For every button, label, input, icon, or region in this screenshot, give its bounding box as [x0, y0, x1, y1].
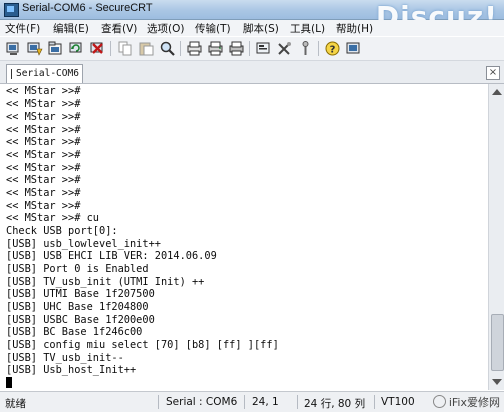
terminal-line: [USB] USBC Base 1f200e00: [6, 314, 155, 326]
toolbar-separator: [249, 41, 250, 56]
menu-help[interactable]: 帮助(H): [336, 21, 373, 36]
scroll-up-arrow-icon[interactable]: [492, 89, 502, 95]
terminal-line: [USB] usb_lowlevel_init++: [6, 238, 161, 250]
quick-connect-icon[interactable]: [26, 40, 43, 57]
toolbar-separator: [180, 41, 181, 56]
ifix-logo-icon: [432, 395, 446, 408]
terminal-line: [USB] Port 0 is Enabled: [6, 263, 149, 275]
menu-view[interactable]: 查看(V): [101, 21, 137, 36]
tab-serial-com6[interactable]: Serial-COM6: [6, 64, 83, 83]
terminal-line: [USB] USB EHCI LIB VER: 2014.06.09: [6, 250, 217, 262]
toolbar-separator: [318, 41, 319, 56]
session-options-icon[interactable]: [255, 40, 272, 57]
status-size: 24 行, 80 列: [304, 398, 366, 410]
status-emulation: VT100: [381, 396, 415, 408]
disconnect-icon[interactable]: [89, 40, 106, 57]
terminal-line: << MStar >>#: [6, 111, 81, 123]
menu-tools[interactable]: 工具(L): [290, 21, 325, 36]
status-ready: 就绪: [5, 398, 26, 410]
menu-bar: 文件(F) 编辑(E) 查看(V) 选项(O) 传输(T) 脚本(S) 工具(L…: [0, 20, 504, 36]
status-separator: [244, 395, 245, 409]
status-separator: [374, 395, 375, 409]
print-screen-icon[interactable]: [228, 40, 245, 57]
tab-status-marker: [11, 69, 12, 79]
menu-edit[interactable]: 编辑(E): [53, 21, 89, 36]
title-bar: Serial-COM6 - SecureCRT Discuz!: [0, 0, 504, 33]
vertical-scrollbar[interactable]: [488, 84, 504, 390]
scroll-down-arrow-icon[interactable]: [492, 379, 502, 385]
securecrt-app-icon: [4, 3, 19, 17]
status-separator: [158, 395, 159, 409]
terminal-line: [USB] UTMI Base 1f207500: [6, 288, 155, 300]
window-title: Serial-COM6 - SecureCRT: [22, 2, 153, 14]
tab-label: Serial-COM6: [16, 68, 79, 79]
connect-tab-icon[interactable]: [47, 40, 64, 57]
reconnect-icon[interactable]: [68, 40, 85, 57]
terminal-line: << MStar >>#: [6, 136, 81, 148]
help-icon[interactable]: ?: [324, 40, 341, 57]
session-tab-strip: Serial-COM6 ×: [0, 61, 504, 84]
toolbar-separator: [110, 41, 111, 56]
terminal-line: << MStar >># cu: [6, 212, 99, 224]
ifix-watermark-text: iFix爱修网: [448, 396, 500, 409]
print-icon[interactable]: [207, 40, 224, 57]
terminal-line: [USB] TV_usb_init--: [6, 352, 124, 364]
print-setup-icon[interactable]: [186, 40, 203, 57]
terminal-line: << MStar >>#: [6, 162, 81, 174]
status-separator: [297, 395, 298, 409]
status-position: 24, 1: [252, 396, 279, 408]
terminal-line: << MStar >>#: [6, 187, 81, 199]
sftp-icon[interactable]: [297, 40, 314, 57]
menu-options[interactable]: 选项(O): [147, 21, 184, 36]
ifix-watermark: iFix爱修网: [432, 394, 500, 410]
menu-script[interactable]: 脚本(S): [243, 21, 279, 36]
connect-icon[interactable]: [5, 40, 22, 57]
svg-text:?: ?: [330, 45, 336, 56]
status-bar: 就绪 Serial : COM6 24, 1 24 行, 80 列 VT100 …: [0, 391, 504, 412]
terminal-line: [USB] UHC Base 1f204800: [6, 301, 149, 313]
menu-file[interactable]: 文件(F): [5, 21, 40, 36]
scrollbar-thumb[interactable]: [491, 314, 504, 371]
about-icon[interactable]: [345, 40, 362, 57]
terminal-output[interactable]: << MStar >># << MStar >># << MStar >># <…: [0, 84, 488, 390]
paste-icon[interactable]: [138, 40, 155, 57]
terminal-line: << MStar >>#: [6, 124, 81, 136]
copy-icon[interactable]: [117, 40, 134, 57]
close-tab-icon[interactable]: ×: [486, 66, 500, 80]
terminal-line: << MStar >>#: [6, 149, 81, 161]
menu-transfer[interactable]: 传输(T): [195, 21, 231, 36]
status-port: Serial : COM6: [166, 396, 238, 408]
toolbar: ?: [0, 37, 504, 61]
terminal-line: Check USB port[0]:: [6, 225, 118, 237]
terminal-line: [USB] BC Base 1f246c00: [6, 326, 143, 338]
terminal-line: << MStar >>#: [6, 200, 81, 212]
terminal-cursor: [6, 377, 12, 388]
find-icon[interactable]: [159, 40, 176, 57]
terminal-line: << MStar >>#: [6, 85, 81, 97]
terminal-line: [USB] config miu select [70] [b8] [ff] ]…: [6, 339, 279, 351]
terminal-line: [USB] Usb_host_Init++: [6, 364, 137, 376]
terminal-line: << MStar >>#: [6, 98, 81, 110]
keymap-icon[interactable]: [276, 40, 293, 57]
terminal-line: << MStar >>#: [6, 174, 81, 186]
terminal-line: [USB] TV_usb_init (UTMI Init) ++: [6, 276, 205, 288]
